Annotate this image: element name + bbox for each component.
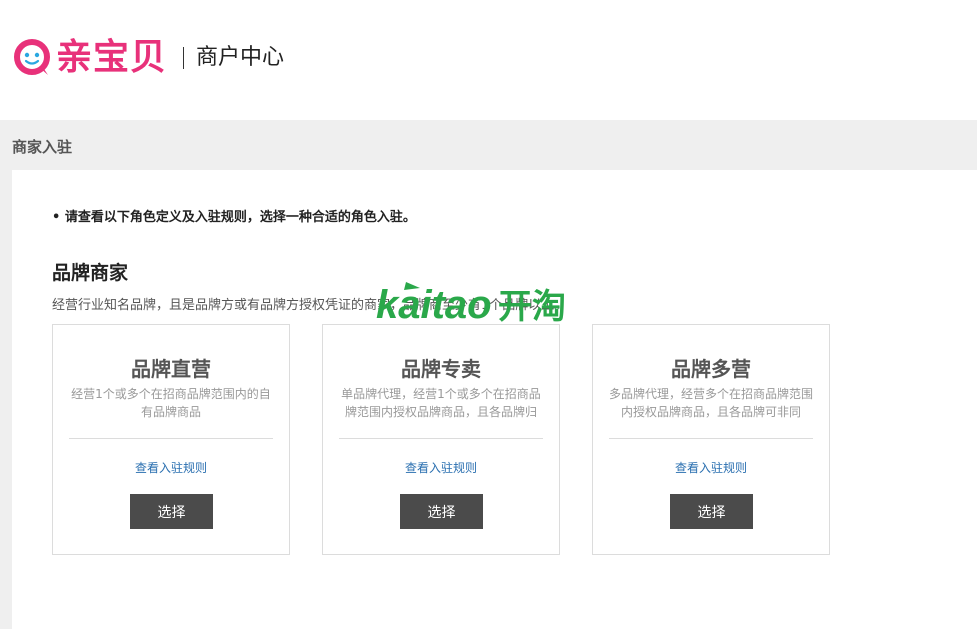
logo[interactable]: 亲宝贝 商户中心: [12, 38, 284, 78]
section-title: 品牌商家: [52, 262, 129, 284]
logo-divider: [183, 47, 185, 69]
page-title: 商家入驻: [12, 138, 73, 156]
select-button[interactable]: 选择: [670, 494, 753, 529]
logo-text: 亲宝贝: [56, 37, 168, 78]
card-divider: [339, 438, 543, 439]
card-divider: [69, 438, 273, 439]
svg-text:kaitao: kaitao: [376, 283, 492, 324]
card-title: 品牌直营: [131, 357, 211, 381]
card-description: 经营1个或多个在招商品牌范围内的自有品牌商品: [71, 387, 271, 419]
svg-text:开淘: 开淘: [498, 287, 566, 324]
logo-face-icon: [14, 39, 50, 75]
role-card-brand-exclusive: 品牌专卖 单品牌代理，经营1个或多个在招商品牌范围内授权品牌商品，且各品牌归 查…: [322, 324, 560, 555]
header: 亲宝贝 商户中心: [0, 0, 977, 120]
kaitao-watermark: kaitao 开淘: [376, 282, 566, 324]
card-description: 多品牌代理，经营多个在招商品牌范围内授权品牌商品，且各品牌可非同: [609, 387, 813, 419]
view-rules-link[interactable]: 查看入驻规则: [53, 459, 289, 476]
card-title: 品牌多营: [671, 357, 751, 381]
select-button[interactable]: 选择: [400, 494, 483, 529]
select-button[interactable]: 选择: [130, 494, 213, 529]
card-title: 品牌专卖: [401, 357, 481, 381]
header-subtitle: 商户中心: [196, 45, 285, 70]
card-description: 单品牌代理，经营1个或多个在招商品牌范围内授权品牌商品，且各品牌归: [341, 387, 541, 419]
role-card-brand-multi: 品牌多营 多品牌代理，经营多个在招商品牌范围内授权品牌商品，且各品牌可非同 查看…: [592, 324, 830, 555]
view-rules-link[interactable]: 查看入驻规则: [323, 459, 559, 476]
notice-text: • 请查看以下角色定义及入驻规则，选择一种合适的角色入驻。: [52, 210, 416, 225]
role-card-brand-direct: 品牌直营 经营1个或多个在招商品牌范围内的自有品牌商品 查看入驻规则 选择: [52, 324, 290, 555]
view-rules-link[interactable]: 查看入驻规则: [593, 459, 829, 476]
card-divider: [609, 438, 813, 439]
